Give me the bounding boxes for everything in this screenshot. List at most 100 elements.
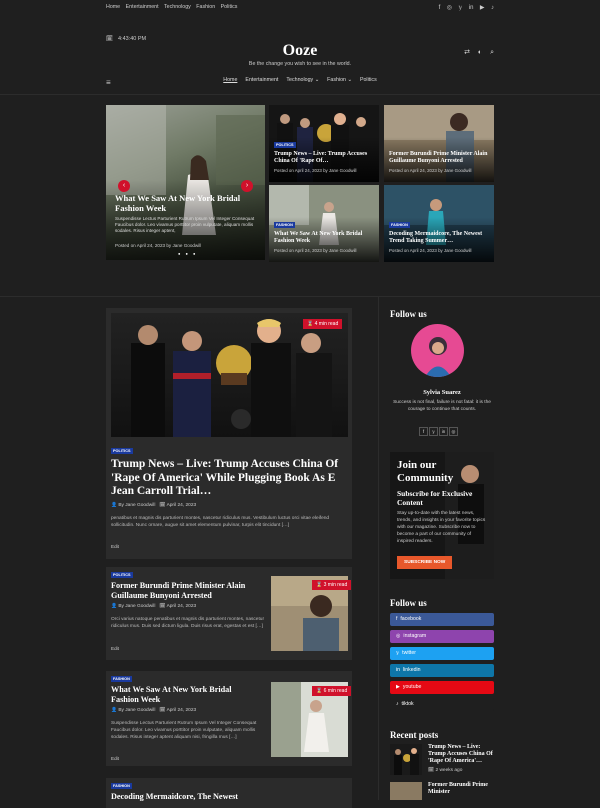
read-time: 3 min read	[323, 582, 348, 588]
post-image[interactable]	[111, 313, 348, 437]
post-author[interactable]: By Jane Goodwill	[118, 708, 155, 713]
post-title[interactable]: Trump News – Live: Trump Accuses China O…	[111, 458, 347, 499]
top-link-technology[interactable]: Technology	[164, 4, 191, 10]
post-card[interactable]: ⌛ 4 min read POLITICS Trump News – Live:…	[106, 308, 352, 559]
youtube-label: youtube	[402, 684, 422, 690]
chevron-down-icon: ⌄	[347, 77, 352, 83]
nav-item-technology[interactable]: Technology ⌄	[286, 77, 319, 83]
category-badge[interactable]: POLITICS	[274, 142, 296, 148]
facebook-icon[interactable]: f	[439, 5, 441, 11]
community-text: Stay up-to-date with the latest news, tr…	[397, 511, 486, 544]
post-title[interactable]: What We Saw At New York Bridal Fashion W…	[111, 685, 261, 705]
nav-item-entertainment[interactable]: Entertainment	[245, 77, 278, 83]
nav-item-fashion[interactable]: Fashion ⌄	[327, 77, 352, 83]
linkedin-icon[interactable]: in	[469, 5, 474, 11]
post-meta: 👤 By Jane Goodwill 🗓 April 24, 2023	[111, 708, 196, 713]
avatar[interactable]	[411, 324, 464, 377]
hero-card-meta: Posted on April 24, 2023 by Jane Goodwil…	[389, 248, 472, 253]
instagram-follow-button[interactable]: ◎ instagram	[390, 630, 494, 643]
top-link-politics[interactable]: Politics	[221, 4, 238, 10]
calendar-icon: 🗓	[159, 708, 166, 713]
top-bar: Home Entertainment Technology Fashion Po…	[0, 0, 600, 14]
top-link-entertainment[interactable]: Entertainment	[126, 4, 159, 10]
author-name[interactable]: Sylvia Suarez	[378, 389, 506, 396]
slider-next-button[interactable]: ›	[241, 180, 253, 192]
category-badge[interactable]: FASHION	[274, 222, 295, 228]
hero-main-title[interactable]: What We Saw At New York Bridal Fashion W…	[115, 193, 255, 213]
facebook-label: facebook	[400, 616, 422, 622]
top-link-home[interactable]: Home	[106, 4, 120, 10]
hero-card[interactable]: FASHION Decoding Mermaidcore, The Newest…	[384, 185, 494, 262]
category-badge[interactable]: FASHION	[111, 676, 132, 682]
slider-prev-button[interactable]: ‹	[118, 180, 130, 192]
hero-main-slide[interactable]: ‹ › What We Saw At New York Bridal Fashi…	[106, 105, 265, 260]
calendar-icon: 🗓	[159, 503, 166, 508]
category-badge[interactable]: POLITICS	[111, 448, 133, 454]
category-badge[interactable]: POLITICS	[111, 572, 133, 578]
post-excerpt: penatibus et magnis dis parturient monte…	[111, 516, 330, 528]
user-icon: 👤	[111, 604, 117, 609]
shuffle-icon[interactable]: ⇄	[464, 49, 470, 56]
read-time-badge: ⌛ 4 min read	[303, 319, 343, 329]
hero-card[interactable]: Former Burundi Prime Minister Alain Guil…	[384, 105, 494, 182]
youtube-icon[interactable]: ▶	[480, 5, 485, 11]
hero-card-title[interactable]: What We Saw At New York Bridal Fashion W…	[274, 231, 376, 245]
edit-link[interactable]: Edit	[111, 646, 119, 651]
linkedin-label: linkedin	[402, 667, 421, 673]
post-card[interactable]: POLITICS Former Burundi Prime Minister A…	[106, 567, 352, 660]
subscribe-button[interactable]: SUBSCRIBE NOW	[397, 556, 453, 569]
edit-link[interactable]: Edit	[111, 544, 119, 549]
instagram-icon[interactable]: ◎	[447, 5, 452, 11]
recent-post-thumb[interactable]	[390, 744, 422, 775]
edit-link[interactable]: Edit	[111, 756, 119, 761]
post-date: April 24, 2023	[166, 604, 197, 609]
twitter-follow-button[interactable]: 𝕪 twitter	[390, 647, 494, 660]
twitter-icon[interactable]: 𝕪	[459, 5, 463, 11]
linkedin-follow-button[interactable]: in linkedin	[390, 664, 494, 677]
hero-main-excerpt: Suspendisse Lectus Parturient Rutrum Ips…	[115, 216, 255, 233]
nav-item-technology-label: Technology	[286, 77, 314, 83]
instagram-icon[interactable]: ◎	[449, 427, 458, 436]
post-card[interactable]: FASHION What We Saw At New York Bridal F…	[106, 671, 352, 766]
post-author[interactable]: By Jane Goodwill	[118, 604, 155, 609]
category-badge[interactable]: FASHION	[111, 783, 132, 789]
tiktok-follow-button[interactable]: ♪ tiktok	[390, 698, 494, 711]
linkedin-icon: in	[396, 667, 401, 673]
hourglass-icon: ⌛	[307, 321, 314, 327]
linkedin-icon[interactable]: in	[439, 427, 448, 436]
recent-post-item[interactable]: Trump News – Live: Trump Accuses China O…	[390, 744, 494, 776]
hero-card-title[interactable]: Decoding Mermaidcore, The Newest Trend T…	[389, 231, 491, 245]
recent-post-thumb[interactable]	[390, 782, 422, 800]
nav-item-home[interactable]: Home	[223, 77, 237, 83]
facebook-follow-button[interactable]: f facebook	[390, 613, 494, 626]
post-title[interactable]: Decoding Mermaidcore, The Newest	[111, 792, 261, 802]
category-badge[interactable]: FASHION	[389, 222, 410, 228]
hero-card[interactable]: POLITICS Trump News – Live: Trump Accuse…	[269, 105, 379, 182]
recent-post-title[interactable]: Former Burundi Prime Minister	[428, 782, 494, 796]
instagram-label: instagram	[403, 633, 427, 639]
hero-card-title[interactable]: Former Burundi Prime Minister Alain Guil…	[389, 151, 491, 165]
post-date: April 24, 2023	[166, 708, 197, 713]
twitter-icon[interactable]: 𝕪	[429, 427, 438, 436]
community-title: Join our Community	[397, 459, 454, 484]
facebook-icon[interactable]: f	[419, 427, 428, 436]
search-icon[interactable]: ⌕	[490, 49, 494, 56]
post-title[interactable]: Former Burundi Prime Minister Alain Guil…	[111, 581, 261, 601]
post-card[interactable]: FASHION Decoding Mermaidcore, The Newest	[106, 778, 352, 808]
recent-post-title[interactable]: Trump News – Live: Trump Accuses China O…	[428, 744, 494, 765]
slider-dots[interactable]: ● ● ●	[178, 251, 197, 256]
hero-card-title[interactable]: Trump News – Live: Trump Accuses China O…	[274, 151, 376, 165]
site-logo[interactable]: Ooze	[0, 42, 600, 60]
dark-mode-icon[interactable]: ◐	[478, 49, 482, 56]
top-link-fashion[interactable]: Fashion	[196, 4, 215, 10]
user-icon: 👤	[111, 708, 117, 713]
youtube-follow-button[interactable]: ▶ youtube	[390, 681, 494, 694]
hero-card[interactable]: FASHION What We Saw At New York Bridal F…	[269, 185, 379, 262]
author-photo	[425, 337, 451, 377]
post-author[interactable]: By Jane Goodwill	[118, 503, 155, 508]
tiktok-icon[interactable]: ♪	[491, 5, 494, 11]
recent-post-item[interactable]: Former Burundi Prime Minister	[390, 782, 494, 800]
recent-post-time: 🗓 2 weeks ago	[428, 768, 462, 773]
nav-item-politics[interactable]: Politics	[360, 77, 377, 83]
sidebar-follow2-title: Follow us	[390, 598, 427, 608]
